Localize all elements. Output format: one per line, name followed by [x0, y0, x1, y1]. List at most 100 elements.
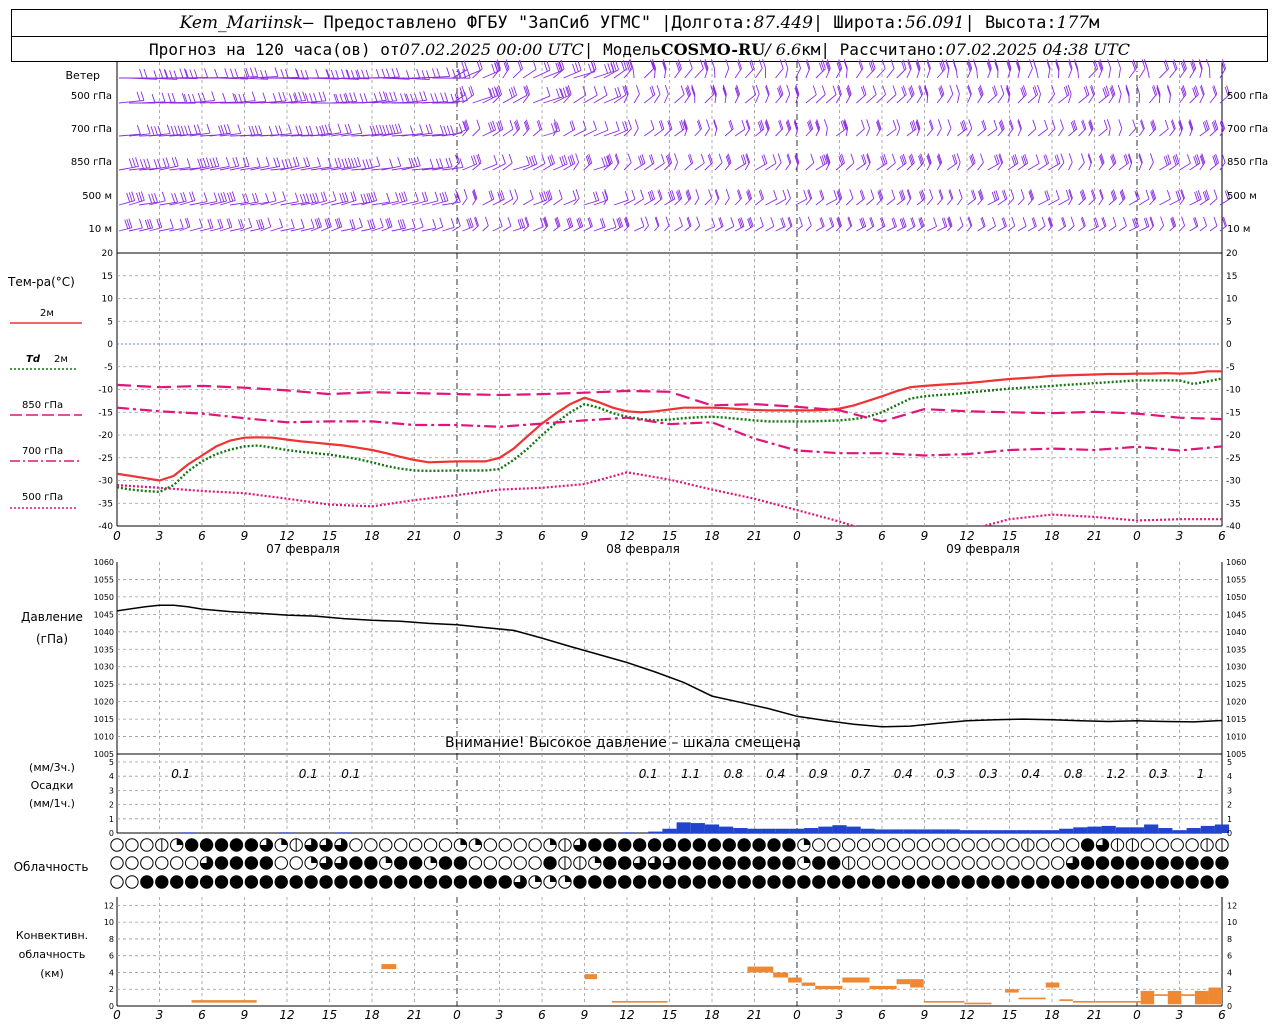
- cloud-symbol: [871, 838, 886, 852]
- wind-barb-feather: [821, 85, 826, 95]
- wind-barb-feather: [510, 87, 515, 97]
- wind-barb-feather: [1059, 119, 1064, 129]
- wind-barb: [713, 68, 716, 79]
- conv-bar: [1140, 990, 1155, 1005]
- wind-barb-feather: [755, 84, 760, 95]
- conv-xtick-label: 9: [241, 1008, 249, 1022]
- wind-barb-feather: [328, 124, 333, 134]
- wind-barb-feather: [379, 124, 383, 135]
- wind-barb-feather: [624, 190, 629, 201]
- conv-bar: [1005, 989, 1019, 993]
- wind-barb-feather: [440, 92, 445, 102]
- conv-xtick-label: 9: [581, 1008, 589, 1022]
- cloud-symbol-fill: [767, 875, 781, 889]
- temp-ytick-label: -5: [1226, 363, 1235, 373]
- cloud-symbol-fill: [230, 838, 243, 852]
- wind-barb-feather: [398, 123, 402, 133]
- wind-barb-feather: [189, 69, 194, 79]
- day-label-3: 09 февраля: [946, 542, 1020, 556]
- precip-bar: [804, 828, 819, 833]
- temp-xtick-label: 0: [1133, 529, 1141, 543]
- cloud-symbol-fill: [1215, 875, 1229, 889]
- wind-barb-feather: [940, 85, 945, 95]
- wind-barb-feather: [937, 119, 942, 129]
- wind-barb-feather: [910, 153, 915, 163]
- cloud-symbol: [931, 838, 945, 852]
- wind-barb-feather: [1020, 189, 1025, 199]
- wind-barb-feather: [614, 88, 619, 98]
- precip-bar: [1200, 825, 1215, 833]
- precip-unit-3h: (мм/3ч.): [29, 761, 75, 774]
- precip-accum-label: 0.4: [766, 767, 785, 781]
- wind-barb: [866, 198, 875, 206]
- temp-xtick-label: 0: [113, 529, 121, 543]
- press-ytick-label: 1010: [1226, 733, 1246, 742]
- wind-barb-feather: [295, 156, 300, 167]
- cloud-symbol: [468, 856, 483, 870]
- wind-barb-feather: [980, 153, 984, 163]
- wind-barb-feather: [558, 189, 563, 199]
- wind-barb: [632, 68, 635, 79]
- conv-xtick-label: 6: [538, 1008, 546, 1022]
- cloud-symbol-fill: [737, 838, 751, 852]
- wind-barb: [462, 70, 481, 79]
- wind-level-700hpa-right: 700 гПа: [1227, 124, 1268, 135]
- wind-barb-feather: [1044, 119, 1048, 130]
- wind-barb: [1118, 128, 1123, 137]
- conv-bar: [381, 964, 397, 970]
- cloud-symbol-fill: [1051, 875, 1064, 889]
- cloud-symbol-fill: [379, 875, 392, 889]
- precip-bar: [1144, 824, 1159, 833]
- legend-850-label: 850 гПа: [22, 400, 63, 411]
- precip-bar: [874, 829, 890, 833]
- press-ytick-label-left: 1025: [94, 680, 114, 689]
- wind-barb-feather: [1180, 62, 1185, 72]
- wind-barb-feather: [1144, 60, 1149, 70]
- wind-barb-feather: [470, 155, 475, 166]
- wind-barb: [886, 198, 896, 206]
- wind-barb-feather: [363, 193, 368, 203]
- wind-barb: [643, 225, 649, 232]
- cloud-symbol-fill: [1126, 856, 1139, 870]
- wind-barb-feather: [577, 61, 582, 71]
- wind-barb: [512, 197, 519, 206]
- wind-barb-feather: [179, 68, 184, 78]
- wind-barb: [967, 128, 973, 137]
- wind-barb-feather: [949, 84, 954, 95]
- cloud-symbol: [423, 838, 438, 852]
- cloud-symbol-fill: [752, 875, 766, 889]
- cloud-symbol-fill: [588, 838, 602, 852]
- wind-barb-feather: [393, 91, 398, 101]
- conv-xtick-label: 3: [156, 1008, 164, 1022]
- wind-barb-feather: [136, 125, 141, 135]
- cloud-symbol: [408, 838, 423, 852]
- wind-barb-feather: [174, 125, 178, 135]
- precip-bar: [690, 823, 705, 833]
- wind-barb: [1047, 93, 1055, 104]
- wind-barb-feather: [254, 192, 259, 203]
- conv-bar: [788, 977, 802, 983]
- wind-barb-feather: [1103, 119, 1108, 130]
- wind-barb: [1138, 198, 1150, 206]
- wind-barb-feather: [169, 219, 174, 229]
- wind-barb-feather: [181, 93, 186, 103]
- wind-barb-feather: [317, 157, 321, 167]
- wind-barb: [209, 200, 227, 206]
- temp-xtick-label: 21: [1087, 529, 1102, 543]
- wind-barb-feather: [456, 217, 461, 227]
- wind-barb-feather: [391, 124, 396, 134]
- cloud-symbol-fill: [245, 838, 258, 852]
- cloud-symbol: [901, 856, 916, 870]
- wind-barb-feather: [706, 119, 710, 129]
- conv-ytick-label-left: 4: [109, 968, 114, 977]
- wind-barb: [1017, 198, 1025, 206]
- wind-barb-feather: [1032, 119, 1037, 129]
- cloud-symbol-fill: [797, 875, 811, 889]
- wind-barb-feather: [956, 153, 961, 163]
- wind-barb-feather: [154, 193, 158, 203]
- wind-barb: [331, 200, 349, 206]
- wind-barb-feather: [992, 216, 996, 227]
- cloud-symbol-fill: [1081, 856, 1094, 870]
- wind-barb-feather: [426, 70, 430, 80]
- cloud-symbol-fill: [648, 875, 661, 889]
